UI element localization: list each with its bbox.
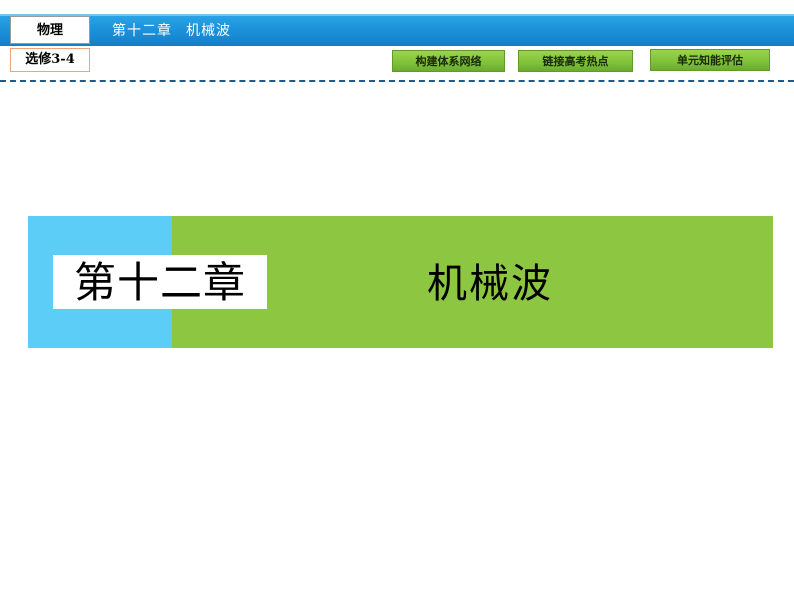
subject-label: 物理	[10, 16, 90, 44]
header-chapter-title: 机械波	[186, 23, 231, 39]
dashed-divider	[0, 80, 794, 82]
banner-chapter-number: 第十二章	[73, 258, 246, 307]
banner-chapter-title: 机械波	[427, 261, 553, 307]
unit-assessment-button[interactable]: 单元知能评估	[650, 49, 770, 71]
header-chapter-label: 第十二章 机械波	[112, 20, 231, 42]
module-label: 选修3-4	[10, 48, 90, 72]
build-network-button[interactable]: 构建体系网络	[392, 50, 505, 72]
header-chapter-number: 第十二章	[112, 23, 172, 39]
slide: 第十二章 机械波 物理 选修3-4 构建体系网络 链接高考热点 单元知能评估 第十…	[0, 0, 794, 596]
exam-hotspots-button[interactable]: 链接高考热点	[518, 50, 633, 72]
